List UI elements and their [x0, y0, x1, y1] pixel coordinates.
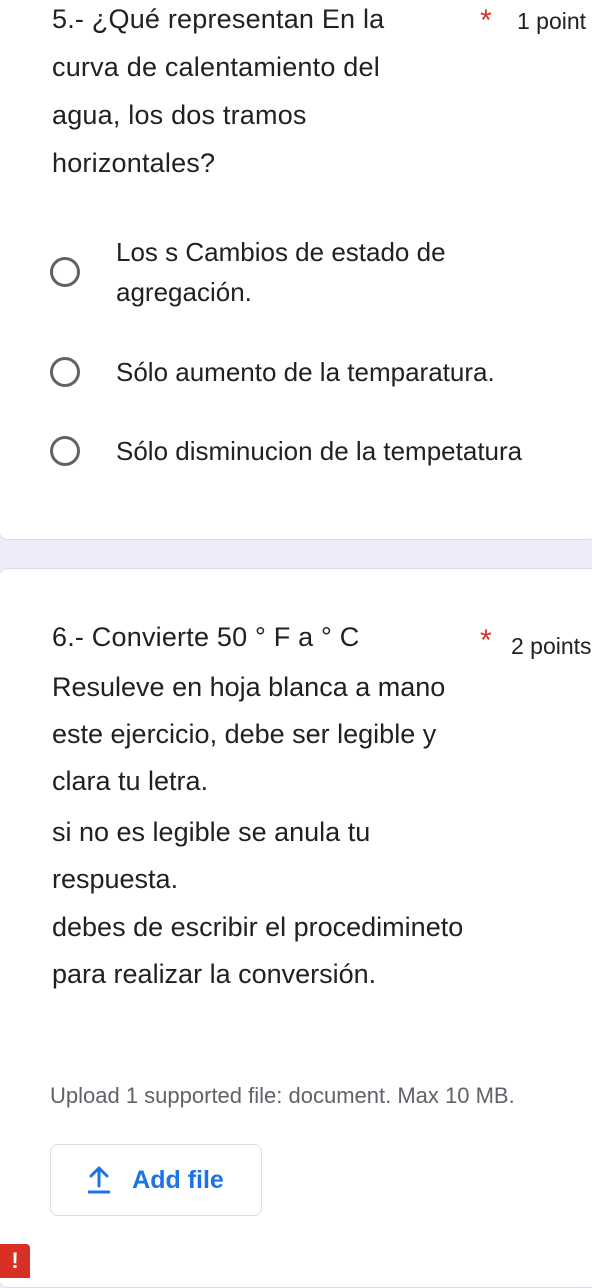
option-label: Los s Cambios de estado de agregación. — [116, 237, 446, 307]
radio-button[interactable] — [50, 436, 80, 466]
add-file-label: Add file — [132, 1165, 224, 1194]
question-6-description-line-1: Resuleve en hoja blanca a mano este ejer… — [52, 672, 446, 796]
question-5-title: 5.- ¿Qué representan En la curva de cale… — [52, 4, 385, 178]
option-cambios-de-estado[interactable]: Los s Cambios de estado de agregación. — [50, 232, 536, 312]
question-6-description-line-2: si no es legible se anula tu respuesta. — [52, 817, 371, 894]
question-6-points: 2 points — [511, 633, 592, 659]
question-6-title: 6.- Convierte 50 ° F a ° C — [52, 622, 360, 652]
radio-button[interactable] — [50, 357, 80, 387]
required-star: * — [480, 4, 492, 37]
add-file-button[interactable]: Add file — [50, 1144, 262, 1216]
error-indicator: ! — [0, 1244, 30, 1278]
radio-button[interactable] — [50, 257, 80, 287]
option-label: Sólo aumento de la temparatura. — [116, 357, 495, 387]
question-5-points: 1 point — [517, 8, 587, 34]
required-star: * — [480, 624, 492, 657]
option-disminucion-temperatura[interactable]: Sólo disminucion de la tempetatura — [50, 431, 522, 471]
upload-note: Upload 1 supported file: document. Max 1… — [50, 1083, 515, 1108]
option-aumento-temperatura[interactable]: Sólo aumento de la temparatura. — [50, 352, 495, 392]
question-6-description-line-3: debes de escribir el procedimineto para … — [52, 912, 464, 989]
option-label: Sólo disminucion de la tempetatura — [116, 436, 523, 466]
upload-icon — [88, 1166, 111, 1194]
